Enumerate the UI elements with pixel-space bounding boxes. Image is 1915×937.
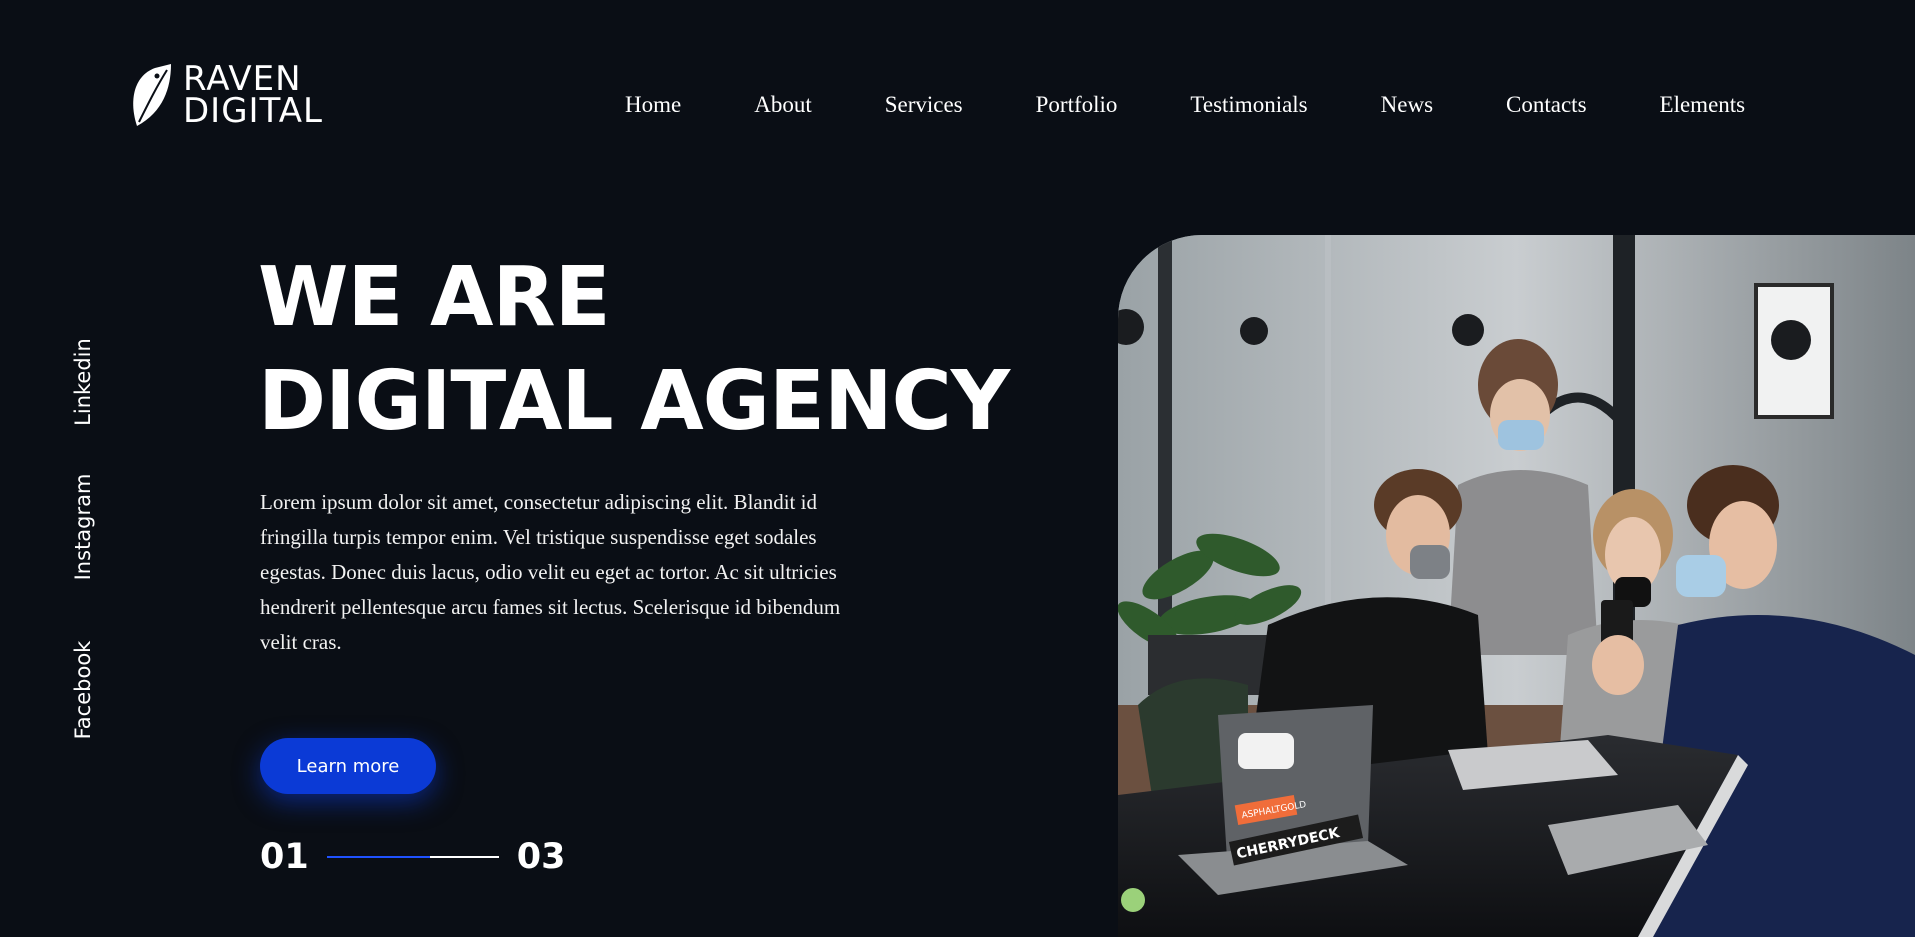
learn-more-button[interactable]: Learn more [260,738,436,794]
hero-title: WE ARE DIGITAL AGENCY [258,246,1010,454]
nav-item-elements[interactable]: Elements [1660,92,1746,118]
hero-title-line-1: WE ARE [258,250,611,345]
slide-total-number: 03 [516,837,566,877]
nav-item-home[interactable]: Home [625,92,681,118]
slide-current-number: 01 [260,837,309,877]
nav-item-services[interactable]: Services [885,92,963,118]
social-link-facebook[interactable]: Facebook [69,615,97,765]
main-nav: Home About Services Portfolio Testimonia… [625,92,1745,118]
feather-logo-icon [133,64,171,126]
social-label-instagram[interactable]: Instagram [71,474,95,581]
slide-progress-track[interactable] [326,856,499,858]
brand-line-2: DIGITAL [183,91,323,131]
slide-progress-fill [326,856,430,858]
brand-logo[interactable]: RAVEN DIGITAL [127,62,323,128]
social-link-instagram[interactable]: Instagram [69,452,97,602]
hero-photo: ASPHALTGOLD CHERRYDECK [1118,235,1915,937]
social-link-linkedin[interactable]: Linkedin [69,307,97,457]
nav-item-contacts[interactable]: Contacts [1506,92,1587,118]
hero-description: Lorem ipsum dolor sit amet, consectetur … [260,490,841,654]
brand-name: RAVEN DIGITAL [183,62,323,131]
nav-item-news[interactable]: News [1381,92,1433,118]
hero-title-line-2: DIGITAL AGENCY [258,354,1010,449]
nav-item-about[interactable]: About [754,92,812,118]
social-label-facebook[interactable]: Facebook [71,641,95,740]
nav-item-portfolio[interactable]: Portfolio [1036,92,1118,118]
team-photo-illustration: ASPHALTGOLD CHERRYDECK [1118,235,1915,937]
slide-pager: 01 03 [260,835,565,879]
nav-item-testimonials[interactable]: Testimonials [1190,92,1307,118]
social-label-linkedin[interactable]: Linkedin [71,338,95,426]
